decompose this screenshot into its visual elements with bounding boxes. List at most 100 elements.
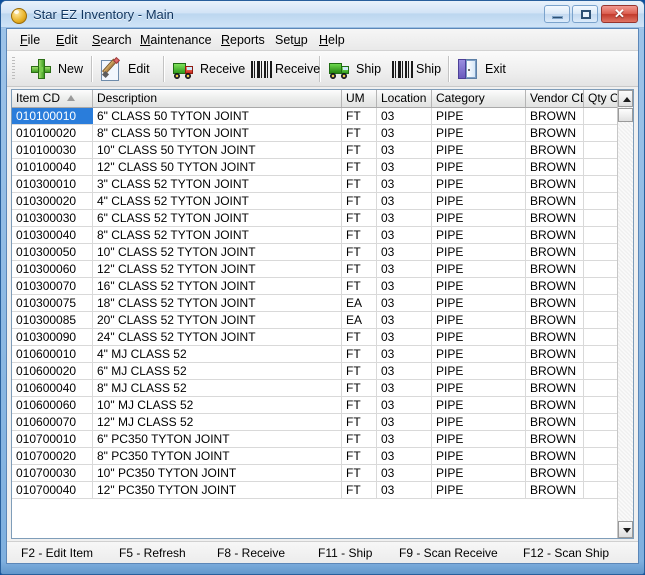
table-row[interactable]: 010300040 8" CLASS 52 TYTON JOINT FT 03 PIPE… <box>12 227 619 244</box>
cell-location[interactable]: 03 <box>377 414 432 430</box>
cell-um[interactable]: FT <box>342 142 377 158</box>
cell-item-cd[interactable]: 010700040 <box>12 482 93 498</box>
cell-location[interactable]: 03 <box>377 210 432 226</box>
cell-qty-oh[interactable]: 0 <box>584 244 619 260</box>
table-row[interactable]: 010300020 4" CLASS 52 TYTON JOINT FT 03 PIPE… <box>12 193 619 210</box>
cell-vendor-cd[interactable]: BROWN <box>526 465 584 481</box>
cell-item-cd[interactable]: 010300085 <box>12 312 93 328</box>
cell-vendor-cd[interactable]: BROWN <box>526 295 584 311</box>
table-row[interactable]: 010700020 8" PC350 TYTON JOINT FT 03 PIPE BRO… <box>12 448 619 465</box>
cell-vendor-cd[interactable]: BROWN <box>526 397 584 413</box>
table-row[interactable]: 0106000206" MJ CLASS 52FT03PIPEBROWN0 <box>12 363 619 380</box>
cell-vendor-cd[interactable]: BROWN <box>526 346 584 362</box>
cell-description[interactable]: 6" CLASS 52 TYTON JOINT <box>93 210 342 226</box>
menu-item-search[interactable]: Search <box>87 31 137 49</box>
cell-location[interactable]: 03 <box>377 159 432 175</box>
cell-description[interactable]: 8" CLASS 50 TYTON JOINT <box>93 125 342 141</box>
cell-description[interactable]: 4" MJ CLASS 52 <box>93 346 342 362</box>
menu-item-edit[interactable]: Edit <box>51 31 83 49</box>
cell-location[interactable]: 03 <box>377 346 432 362</box>
cell-um[interactable]: FT <box>342 210 377 226</box>
cell-description[interactable]: 6" MJ CLASS 52 <box>93 363 342 379</box>
title-bar[interactable]: Star EZ Inventory - Main ✕ <box>1 1 644 28</box>
table-row[interactable]: 010300030 6" CLASS 52 TYTON JOINT FT 03 PIPE… <box>12 210 619 227</box>
vertical-scrollbar-track[interactable] <box>618 107 633 521</box>
cell-vendor-cd[interactable]: BROWN <box>526 448 584 464</box>
table-row[interactable]: 010300050 10" CLASS 52 TYTON JOINT FT 03 PIP… <box>12 244 619 261</box>
column-header-um[interactable]: UM <box>342 90 377 107</box>
table-row[interactable]: 0106000408" MJ CLASS 52FT03PIPEBROWN0 <box>12 380 619 397</box>
cell-description[interactable]: 16" CLASS 52 TYTON JOINT <box>93 278 342 294</box>
cell-qty-oh[interactable]: 0 <box>584 329 619 345</box>
table-row[interactable]: 010700040 12" PC350 TYTON JOINT FT 03 PIPE BR… <box>12 482 619 499</box>
toolbar-button-receive-3[interactable]: Receive <box>250 54 326 84</box>
cell-um[interactable]: FT <box>342 125 377 141</box>
table-row[interactable]: 010300010 3" CLASS 52 TYTON JOINT FT 03 PIPE… <box>12 176 619 193</box>
cell-location[interactable]: 03 <box>377 142 432 158</box>
cell-um[interactable]: FT <box>342 346 377 362</box>
cell-um[interactable]: FT <box>342 227 377 243</box>
cell-item-cd[interactable]: 010300020 <box>12 193 93 209</box>
cell-vendor-cd[interactable]: BROWN <box>526 261 584 277</box>
cell-um[interactable]: FT <box>342 329 377 345</box>
cell-item-cd[interactable]: 010600020 <box>12 363 93 379</box>
cell-description[interactable]: 10" PC350 TYTON JOINT <box>93 465 342 481</box>
cell-item-cd[interactable]: 010100030 <box>12 142 93 158</box>
toolbar-button-ship-4[interactable]: Ship <box>327 54 387 84</box>
cell-item-cd[interactable]: 010600010 <box>12 346 93 362</box>
cell-um[interactable]: FT <box>342 380 377 396</box>
vertical-scrollbar-thumb[interactable] <box>618 108 633 122</box>
cell-location[interactable]: 03 <box>377 295 432 311</box>
cell-category[interactable]: PIPE <box>432 244 526 260</box>
cell-item-cd[interactable]: 010100040 <box>12 159 93 175</box>
cell-qty-oh[interactable]: 0 <box>584 465 619 481</box>
cell-location[interactable]: 03 <box>377 380 432 396</box>
cell-um[interactable]: FT <box>342 159 377 175</box>
cell-qty-oh[interactable]: 0 <box>584 159 619 175</box>
cell-um[interactable]: FT <box>342 244 377 260</box>
toolbar-button-edit-1[interactable]: Edit <box>99 54 156 84</box>
cell-item-cd[interactable]: 010300010 <box>12 176 93 192</box>
cell-category[interactable]: PIPE <box>432 414 526 430</box>
cell-vendor-cd[interactable]: BROWN <box>526 431 584 447</box>
cell-location[interactable]: 03 <box>377 329 432 345</box>
table-row[interactable]: 01060006010" MJ CLASS 52FT03PIPEBROWN0 <box>12 397 619 414</box>
menu-item-setup[interactable]: Setup <box>270 31 313 49</box>
table-row[interactable]: 010300070 16" CLASS 52 TYTON JOINT FT 03 PIP… <box>12 278 619 295</box>
cell-category[interactable]: PIPE <box>432 465 526 481</box>
close-button[interactable]: ✕ <box>601 5 638 23</box>
cell-category[interactable]: PIPE <box>432 261 526 277</box>
cell-category[interactable]: PIPE <box>432 176 526 192</box>
cell-qty-oh[interactable]: 0 <box>584 414 619 430</box>
cell-vendor-cd[interactable]: BROWN <box>526 329 584 345</box>
cell-vendor-cd[interactable]: BROWN <box>526 125 584 141</box>
cell-item-cd[interactable]: 010300040 <box>12 227 93 243</box>
cell-vendor-cd[interactable]: BROWN <box>526 159 584 175</box>
cell-vendor-cd[interactable]: BROWN <box>526 108 584 124</box>
cell-description[interactable]: 10" CLASS 50 TYTON JOINT <box>93 142 342 158</box>
cell-vendor-cd[interactable]: BROWN <box>526 210 584 226</box>
cell-um[interactable]: FT <box>342 431 377 447</box>
cell-um[interactable]: FT <box>342 397 377 413</box>
cell-item-cd[interactable]: 010100010 <box>12 108 93 124</box>
table-row[interactable]: 010300085 20" CLASS 52 TYTON JOINT EA 03 PIP… <box>12 312 619 329</box>
cell-item-cd[interactable]: 010300070 <box>12 278 93 294</box>
table-row[interactable]: 010700010 6" PC350 TYTON JOINT FT 03 PIPE BRO… <box>12 431 619 448</box>
cell-description[interactable]: 12" MJ CLASS 52 <box>93 414 342 430</box>
cell-description[interactable]: 3" CLASS 52 TYTON JOINT <box>93 176 342 192</box>
cell-um[interactable]: FT <box>342 363 377 379</box>
cell-location[interactable]: 03 <box>377 312 432 328</box>
table-row[interactable]: 010100040 12" CLASS 50 TYTON JOINT FT 03 PIP… <box>12 159 619 176</box>
table-row[interactable]: 010700030 10" PC350 TYTON JOINT FT 03 PIPE BR… <box>12 465 619 482</box>
cell-qty-oh[interactable]: 0 <box>584 176 619 192</box>
cell-description[interactable]: 6" CLASS 50 TYTON JOINT <box>93 108 342 124</box>
minimize-button[interactable] <box>544 5 570 23</box>
toolbar-button-exit-6[interactable]: Exit <box>456 54 512 84</box>
cell-um[interactable]: FT <box>342 193 377 209</box>
cell-qty-oh[interactable]: 0 <box>584 448 619 464</box>
scroll-up-button[interactable] <box>618 90 633 107</box>
cell-location[interactable]: 03 <box>377 448 432 464</box>
cell-qty-oh[interactable]: 0 <box>584 261 619 277</box>
cell-location[interactable]: 03 <box>377 278 432 294</box>
cell-qty-oh[interactable]: 0 <box>584 380 619 396</box>
